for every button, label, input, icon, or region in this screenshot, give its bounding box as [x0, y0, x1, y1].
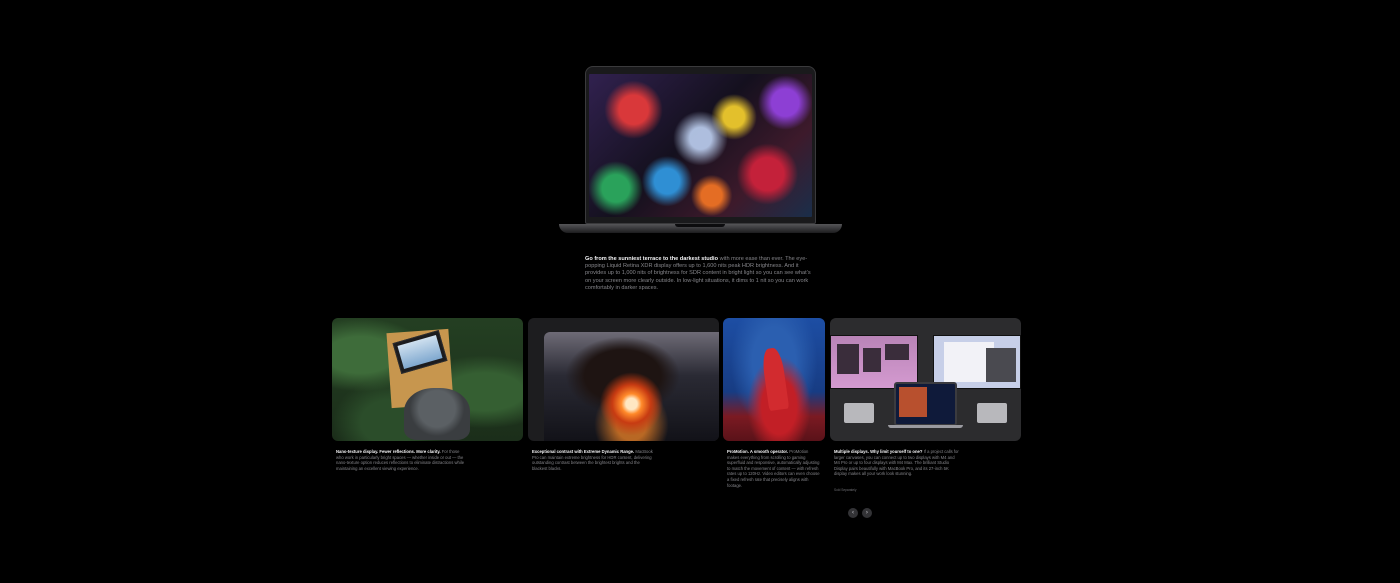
display-stand-left: [844, 403, 874, 423]
display-stand-right: [977, 403, 1007, 423]
card-image-nano-texture: [332, 318, 523, 441]
hero-laptop-image: [559, 66, 842, 236]
card-title: Exceptional contrast with Extreme Dynami…: [532, 449, 635, 454]
laptop-screen-photo: [589, 74, 812, 217]
card-caption: ProMotion. A smooth operator. ProMotion …: [727, 449, 821, 488]
card-image-promotion: [723, 318, 825, 441]
chevron-right-icon[interactable]: ›: [862, 508, 872, 518]
person-figure: [404, 388, 470, 440]
external-display-left: [830, 335, 918, 389]
card-body: ProMotion makes everything from scrollin…: [727, 449, 820, 488]
card-title: Nano-texture display. Fewer reflections.…: [336, 449, 441, 454]
external-display-right: [933, 335, 1021, 389]
card-image-contrast: [528, 318, 719, 441]
card-title: ProMotion. A smooth operator.: [727, 449, 789, 454]
hero-lead: Go from the sunniest terrace to the dark…: [585, 256, 719, 262]
dancer-figure: [760, 346, 790, 412]
light-painting-photo: [544, 332, 719, 441]
gallery-nav: ‹ ›: [848, 508, 874, 518]
laptop-notch: [675, 224, 725, 227]
card-caption: Nano-texture display. Fewer reflections.…: [336, 449, 466, 471]
hero-description: Go from the sunniest terrace to the dark…: [585, 256, 815, 292]
card-caption: Multiple displays. Why limit yourself to…: [834, 449, 960, 477]
macbook-center-base: [888, 425, 963, 428]
card-caption: Exceptional contrast with Extreme Dynami…: [532, 449, 656, 471]
macbook-center: [894, 382, 957, 426]
chevron-left-icon[interactable]: ‹: [848, 508, 858, 518]
laptop-lid: [585, 66, 816, 224]
card-footnote: Sold Separately: [834, 488, 857, 492]
card-title: Multiple displays. Why limit yourself to…: [834, 449, 923, 454]
card-image-multiple-displays: [830, 318, 1021, 441]
